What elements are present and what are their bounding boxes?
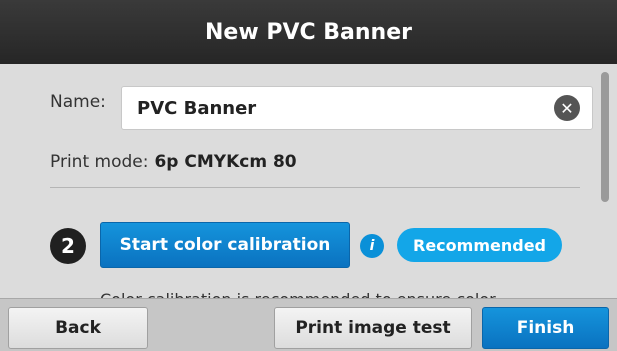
scrollbar[interactable]: [601, 72, 609, 202]
footer-bar: Back Print image test Finish: [0, 298, 617, 351]
info-icon[interactable]: i: [360, 234, 384, 258]
print-mode-row: Print mode: 6p CMYKcm 80: [50, 152, 297, 172]
step-number-badge: 2: [50, 228, 86, 264]
print-mode-label: Print mode:: [50, 152, 149, 172]
divider: [50, 187, 580, 188]
title-bar: New PVC Banner: [0, 0, 617, 64]
recommended-badge: Recommended: [397, 228, 562, 262]
content-panel: Name: PVC Banner ✕ Print mode: 6p CMYKcm …: [0, 64, 617, 298]
print-mode-value: 6p CMYKcm 80: [154, 152, 297, 172]
calibration-note: Color calibration is recommended to ensu…: [100, 290, 496, 298]
clear-icon[interactable]: ✕: [554, 95, 580, 121]
name-label: Name:: [50, 92, 106, 112]
name-input-value: PVC Banner: [137, 98, 257, 119]
start-color-calibration-button[interactable]: Start color calibration: [100, 222, 350, 268]
page-title: New PVC Banner: [205, 19, 412, 45]
finish-button[interactable]: Finish: [482, 307, 609, 349]
print-image-test-button[interactable]: Print image test: [274, 307, 472, 349]
back-button[interactable]: Back: [8, 307, 148, 349]
name-input[interactable]: PVC Banner ✕: [121, 86, 593, 130]
